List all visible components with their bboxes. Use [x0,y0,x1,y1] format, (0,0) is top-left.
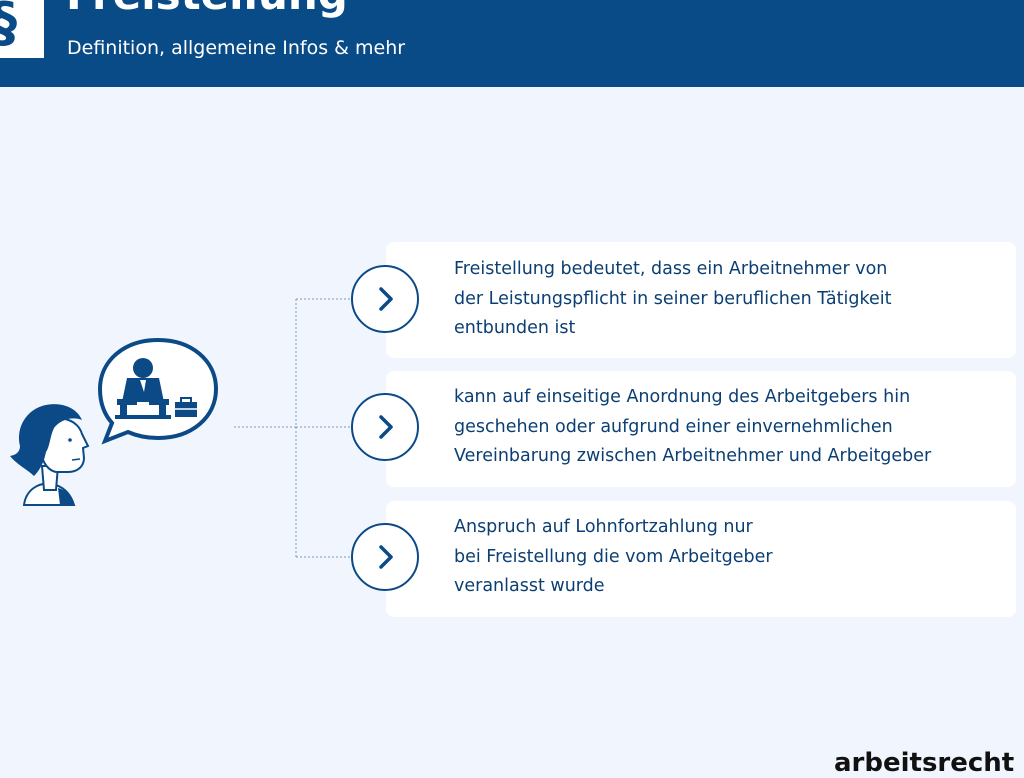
card-line: veranlasst wurde [454,576,605,596]
item-3-chevron-button[interactable] [351,523,419,591]
chevron-right-icon [379,545,393,569]
info-card-2: kann auf einseitige Anordnung des Arbeit… [386,371,1016,487]
person-head-icon [10,404,90,506]
item-2-chevron-button[interactable] [351,393,419,461]
info-card-1: Freistellung bedeutet, dass ein Arbeitne… [386,242,1016,358]
chevron-right-icon [379,287,393,311]
card-line: Vereinbarung zwischen Arbeitnehmer und A… [454,446,932,466]
item-1-chevron-button[interactable] [351,265,419,333]
card-line: geschehen oder aufgrund einer einvernehm… [454,416,893,437]
card-line: der Leistungspflicht in seiner beruflich… [454,288,892,309]
card-line: entbunden ist [454,318,576,338]
info-card-2-text: kann auf einseitige Anordnung des Arbeit… [454,383,1004,472]
card-line: bei Freistellung die vom Arbeitgeber [454,546,773,567]
info-card-1-text: Freistellung bedeutet, dass ein Arbeitne… [454,255,1004,344]
chevron-right-icon [379,415,393,439]
info-card-3: Anspruch auf Lohnfortzahlung nur bei Fre… [386,501,1016,617]
card-line: Anspruch auf Lohnfortzahlung nur [454,517,753,537]
illustration [10,337,219,506]
card-line: kann auf einseitige Anordnung des Arbeit… [454,387,911,407]
brand-logo-text: arbeitsrecht [834,748,1015,778]
info-card-3-text: Anspruch auf Lohnfortzahlung nur bei Fre… [454,513,1004,602]
card-line: Freistellung bedeutet, dass ein Arbeitne… [454,259,888,279]
